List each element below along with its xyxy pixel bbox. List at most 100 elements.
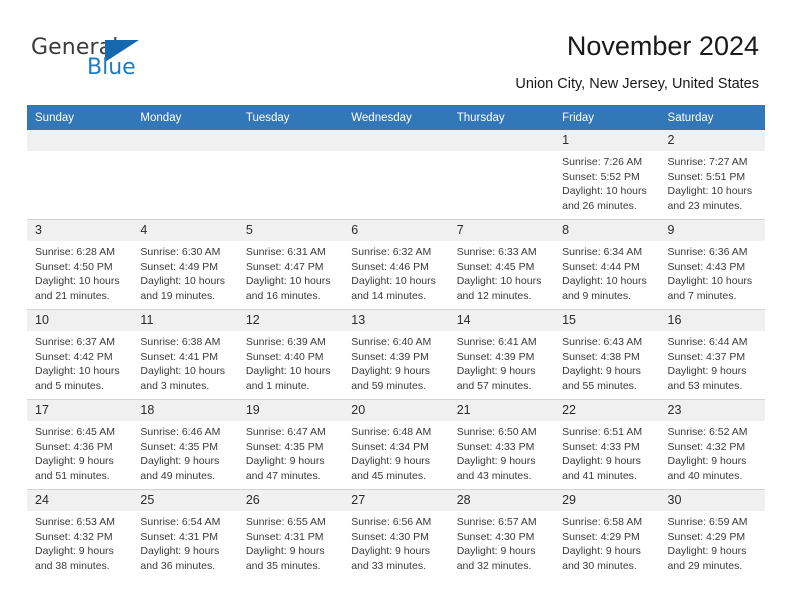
sunset-text: Sunset: 4:33 PM [456,440,535,453]
page-header: General Blue November 2024 Union City, N… [0,0,792,100]
daylight-text: Daylight: 9 hours and 45 minutes. [351,455,431,483]
weekday-header-thursday: Thursday [448,105,555,130]
calendar-day-cell[interactable]: 7 Sunrise: 6:33 AM Sunset: 4:45 PM Daylight… [448,219,555,310]
daylight-text: Daylight: 9 hours and 30 minutes. [562,545,641,573]
calendar-week-row: 10 Sunrise: 6:37 AM Sunset: 4:42 PM Dayligh… [27,309,765,400]
calendar-day-cell[interactable]: 17 Sunrise: 6:45 AM Sunset: 4:36 PM Dayligh… [27,399,133,490]
sunset-text: Sunset: 4:44 PM [562,260,640,273]
sun-info: Sunrise: 6:39 AM Sunset: 4:40 PM Daylight:… [238,331,343,394]
calendar-day-cell[interactable]: 24 Sunrise: 6:53 AM Sunset: 4:32 PM Dayligh… [27,489,133,579]
sun-info: Sunrise: 6:31 AM Sunset: 4:47 PM Daylight:… [238,241,343,304]
calendar-day-cell[interactable]: 16 Sunrise: 6:44 AM Sunset: 4:37 PM Dayligh… [659,309,765,400]
sun-info: Sunrise: 6:55 AM Sunset: 4:31 PM Daylight:… [238,511,343,574]
calendar-day-cell[interactable]: 2 Sunrise: 7:27 AM Sunset: 5:51 PM Daylight… [659,130,765,220]
calendar-day-cell[interactable]: 23 Sunrise: 6:52 AM Sunset: 4:32 PM Dayligh… [659,399,765,490]
calendar-day-cell[interactable]: 8 Sunrise: 6:34 AM Sunset: 4:44 PM Daylight… [554,219,660,310]
sunset-text: Sunset: 4:39 PM [456,350,535,363]
day-number: 27 [343,490,449,511]
calendar-day-cell[interactable]: 30 Sunrise: 6:59 AM Sunset: 4:29 PM Dayligh… [659,489,765,579]
sunrise-text: Sunrise: 6:48 AM [351,426,432,438]
calendar-day-cell[interactable]: 29 Sunrise: 6:58 AM Sunset: 4:29 PM Dayligh… [554,489,660,579]
weekday-header-wednesday: Wednesday [343,105,449,130]
calendar-day-cell[interactable]: 21 Sunrise: 6:50 AM Sunset: 4:33 PM Dayligh… [448,399,555,490]
calendar-day-cell-empty [27,130,133,220]
day-number: 18 [132,400,238,421]
day-number: 8 [554,220,660,241]
location-subtitle: Union City, New Jersey, United States [515,76,759,92]
daylight-text: Daylight: 9 hours and 33 minutes. [351,545,431,573]
sun-info: Sunrise: 6:36 AM Sunset: 4:43 PM Daylight:… [660,241,765,304]
sunset-text: Sunset: 4:34 PM [351,440,429,453]
sunrise-text: Sunrise: 6:52 AM [667,426,748,438]
calendar-day-cell[interactable]: 26 Sunrise: 6:55 AM Sunset: 4:31 PM Dayligh… [237,489,344,579]
calendar-day-cell[interactable]: 10 Sunrise: 6:37 AM Sunset: 4:42 PM Dayligh… [27,309,133,400]
sunrise-text: Sunrise: 6:46 AM [140,426,221,438]
day-number: 16 [659,310,765,331]
sun-info: Sunrise: 6:37 AM Sunset: 4:42 PM Daylight:… [27,331,132,394]
calendar-day-cell[interactable]: 9 Sunrise: 6:36 AM Sunset: 4:43 PM Daylight… [659,219,765,310]
page-title: November 2024 [566,31,759,61]
daylight-text: Daylight: 9 hours and 36 minutes. [140,545,220,573]
sun-info: Sunrise: 6:30 AM Sunset: 4:49 PM Daylight:… [132,241,237,304]
sunrise-text: Sunrise: 6:43 AM [562,336,643,348]
day-number [132,130,238,151]
calendar-day-cell[interactable]: 13 Sunrise: 6:40 AM Sunset: 4:39 PM Dayligh… [343,309,449,400]
daylight-text: Daylight: 9 hours and 29 minutes. [667,545,747,573]
day-number: 30 [659,490,765,511]
calendar-header-row: Sunday Monday Tuesday Wednesday Thursday… [27,105,765,130]
sunset-text: Sunset: 4:30 PM [456,530,535,543]
weekday-header-monday: Monday [132,105,238,130]
calendar-day-cell[interactable]: 28 Sunrise: 6:57 AM Sunset: 4:30 PM Dayligh… [448,489,555,579]
calendar-day-cell[interactable]: 22 Sunrise: 6:51 AM Sunset: 4:33 PM Dayligh… [554,399,660,490]
day-number: 6 [343,220,449,241]
day-number [448,130,555,151]
daylight-text: Daylight: 9 hours and 32 minutes. [456,545,536,573]
sunset-text: Sunset: 4:50 PM [35,260,113,273]
sun-info: Sunrise: 6:58 AM Sunset: 4:29 PM Daylight:… [554,511,659,574]
day-number: 2 [659,130,765,151]
day-number: 17 [27,400,133,421]
calendar-day-cell[interactable]: 5 Sunrise: 6:31 AM Sunset: 4:47 PM Daylight… [237,219,344,310]
sun-info: Sunrise: 7:27 AM Sunset: 5:51 PM Daylight:… [660,151,765,214]
calendar-day-cell[interactable]: 14 Sunrise: 6:41 AM Sunset: 4:39 PM Dayligh… [448,309,555,400]
weekday-header-friday: Friday [554,105,660,130]
calendar-day-cell[interactable]: 11 Sunrise: 6:38 AM Sunset: 4:41 PM Dayligh… [132,309,238,400]
sunrise-text: Sunrise: 6:51 AM [562,426,643,438]
calendar-day-cell[interactable]: 20 Sunrise: 6:48 AM Sunset: 4:34 PM Dayligh… [343,399,449,490]
calendar-day-cell[interactable]: 19 Sunrise: 6:47 AM Sunset: 4:35 PM Dayligh… [237,399,344,490]
daylight-text: Daylight: 9 hours and 38 minutes. [35,545,114,573]
sunset-text: Sunset: 4:29 PM [562,530,640,543]
day-number: 21 [448,400,555,421]
title-block: November 2024 Union City, New Jersey, Un… [515,30,759,93]
sunset-text: Sunset: 4:31 PM [245,530,324,543]
sunset-text: Sunset: 4:38 PM [562,350,640,363]
day-number: 20 [343,400,449,421]
daylight-text: Daylight: 9 hours and 55 minutes. [562,365,641,393]
calendar-day-cell[interactable]: 6 Sunrise: 6:32 AM Sunset: 4:46 PM Daylight… [343,219,449,310]
calendar-day-cell[interactable]: 12 Sunrise: 6:39 AM Sunset: 4:40 PM Dayligh… [237,309,344,400]
day-number: 11 [132,310,238,331]
sunset-text: Sunset: 4:32 PM [667,440,746,453]
daylight-text: Daylight: 10 hours and 5 minutes. [35,365,120,393]
daylight-text: Daylight: 10 hours and 26 minutes. [562,185,647,213]
daylight-text: Daylight: 9 hours and 57 minutes. [456,365,536,393]
sunset-text: Sunset: 4:40 PM [245,350,324,363]
day-number: 12 [237,310,344,331]
calendar-day-cell[interactable]: 18 Sunrise: 6:46 AM Sunset: 4:35 PM Dayligh… [132,399,238,490]
sun-info: Sunrise: 6:28 AM Sunset: 4:50 PM Daylight:… [27,241,132,304]
general-blue-logo[interactable]: General Blue [31,36,211,86]
calendar-day-cell[interactable]: 27 Sunrise: 6:56 AM Sunset: 4:30 PM Dayligh… [343,489,449,579]
brand-name-blue: Blue [87,55,136,80]
calendar-day-cell[interactable]: 25 Sunrise: 6:54 AM Sunset: 4:31 PM Dayligh… [132,489,238,579]
day-number: 7 [448,220,555,241]
sunset-text: Sunset: 4:41 PM [140,350,219,363]
sunrise-text: Sunrise: 6:31 AM [245,246,326,258]
daylight-text: Daylight: 9 hours and 53 minutes. [667,365,747,393]
calendar-day-cell[interactable]: 3 Sunrise: 6:28 AM Sunset: 4:50 PM Daylight… [27,219,133,310]
calendar-day-cell[interactable]: 15 Sunrise: 6:43 AM Sunset: 4:38 PM Dayligh… [554,309,660,400]
calendar-day-cell[interactable]: 1 Sunrise: 7:26 AM Sunset: 5:52 PM Daylight… [554,130,660,220]
sun-info: Sunrise: 6:45 AM Sunset: 4:36 PM Daylight:… [27,421,132,484]
calendar-day-cell-empty [132,130,238,220]
calendar-day-cell[interactable]: 4 Sunrise: 6:30 AM Sunset: 4:49 PM Daylight… [132,219,238,310]
sunset-text: Sunset: 4:49 PM [140,260,219,273]
